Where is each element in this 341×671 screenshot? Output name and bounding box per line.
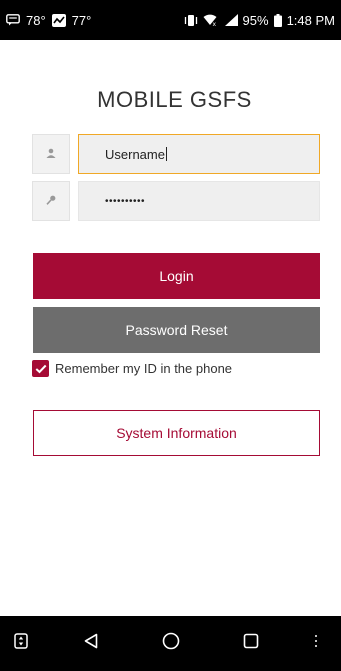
status-right: x 95% 1:48 PM: [184, 13, 335, 28]
weather-icon: [51, 13, 66, 27]
password-reset-button[interactable]: Password Reset: [33, 307, 320, 353]
remember-id-option[interactable]: Remember my ID in the phone: [32, 360, 232, 377]
username-field[interactable]: Username: [78, 134, 320, 174]
recents-button[interactable]: [238, 616, 264, 671]
password-field[interactable]: ••••••••••: [78, 181, 320, 221]
key-icon: [46, 192, 56, 210]
vibrate-icon: [184, 14, 198, 27]
checkmark-icon: [35, 364, 46, 373]
recents-icon: [243, 633, 259, 654]
status-left: 78° 77°: [6, 13, 91, 28]
battery-percent: 95%: [242, 12, 269, 28]
app-title: MOBILE GSFS: [97, 87, 252, 112]
message-icon: [6, 14, 20, 26]
rotate-icon: [14, 633, 28, 654]
clock-time: 1:48 PM: [286, 12, 335, 28]
back-icon: [84, 633, 98, 654]
signal-icon: [222, 14, 238, 26]
svg-text:x: x: [212, 21, 216, 26]
home-icon: [162, 632, 180, 655]
battery-icon: [273, 13, 282, 27]
remember-label: Remember my ID in the phone: [55, 361, 233, 376]
user-icon-box: [32, 134, 70, 174]
username-value: Username: [105, 146, 165, 162]
user-icon: [46, 145, 56, 163]
home-button[interactable]: [158, 616, 184, 671]
text-cursor: [165, 147, 167, 161]
temperature-text-2: 77°: [71, 12, 92, 28]
status-bar: 78° 77° x 95% 1:48 PM: [0, 0, 341, 40]
more-icon: [314, 634, 318, 653]
system-information-button[interactable]: System Information: [33, 410, 320, 456]
wifi-icon: x: [203, 14, 217, 26]
navigation-bar: [0, 616, 341, 671]
temperature-text: 78°: [26, 12, 46, 28]
remember-checkbox[interactable]: [32, 360, 49, 377]
rotate-button[interactable]: [8, 616, 34, 671]
more-button[interactable]: [306, 616, 326, 671]
login-screen: MOBILE GSFS Username •••••••••• Login Pa…: [8, 40, 341, 616]
back-button[interactable]: [78, 616, 104, 671]
login-button[interactable]: Login: [33, 253, 320, 299]
key-icon-box: [32, 181, 70, 221]
